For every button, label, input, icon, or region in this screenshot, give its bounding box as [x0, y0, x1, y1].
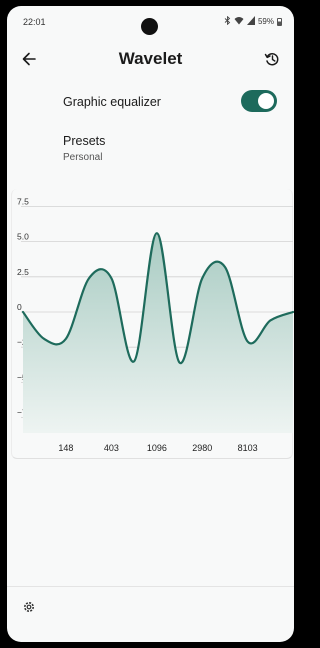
x-tick-label: 2980 [192, 443, 212, 453]
x-tick-label: 1096 [147, 443, 167, 453]
battery-icon [277, 17, 282, 26]
settings-button[interactable] [19, 597, 39, 617]
bluetooth-icon [224, 15, 231, 27]
arrow-back-icon [22, 52, 36, 66]
reset-button[interactable] [260, 47, 284, 71]
front-camera [141, 18, 158, 35]
graphic-equalizer-label: Graphic equalizer [63, 95, 161, 109]
bottom-bar [7, 586, 294, 626]
top-app-bar: Wavelet [7, 41, 294, 77]
graphic-equalizer-row[interactable]: Graphic equalizer [63, 90, 283, 114]
status-time: 22:01 [23, 17, 46, 27]
wifi-icon [234, 16, 244, 27]
battery-percent: 59% [257, 17, 274, 26]
toggle-knob [258, 93, 274, 109]
x-tick-label: 148 [58, 443, 73, 453]
equalizer-chart[interactable]: 7.55.02.50−2.5−5.0−7.5148403109629808103 [11, 189, 294, 459]
equalizer-chart-svg: 7.55.02.50−2.5−5.0−7.5148403109629808103 [17, 196, 294, 453]
y-tick-label: 7.5 [17, 196, 29, 206]
status-icons: 59% [224, 15, 282, 27]
eq-curve-fill [23, 233, 293, 433]
presets-title: Presets [63, 134, 106, 148]
back-button[interactable] [17, 47, 41, 71]
page-title: Wavelet [118, 49, 183, 68]
x-tick-label: 8103 [238, 443, 258, 453]
presets-item[interactable]: Presets Personal [63, 134, 263, 168]
app-screen: 22:01 59% Wavelet Graphic equalizer Pres… [7, 6, 294, 642]
y-tick-label: 5.0 [17, 232, 29, 242]
y-tick-label: 0 [17, 302, 22, 312]
settings-icon [24, 602, 34, 612]
y-tick-label: 2.5 [17, 267, 29, 277]
signal-icon [246, 16, 255, 27]
presets-value: Personal [63, 152, 103, 163]
status-bar: 22:01 59% [7, 6, 294, 36]
x-tick-label: 403 [104, 443, 119, 453]
history-icon [264, 53, 279, 66]
graphic-equalizer-toggle[interactable] [241, 90, 277, 112]
